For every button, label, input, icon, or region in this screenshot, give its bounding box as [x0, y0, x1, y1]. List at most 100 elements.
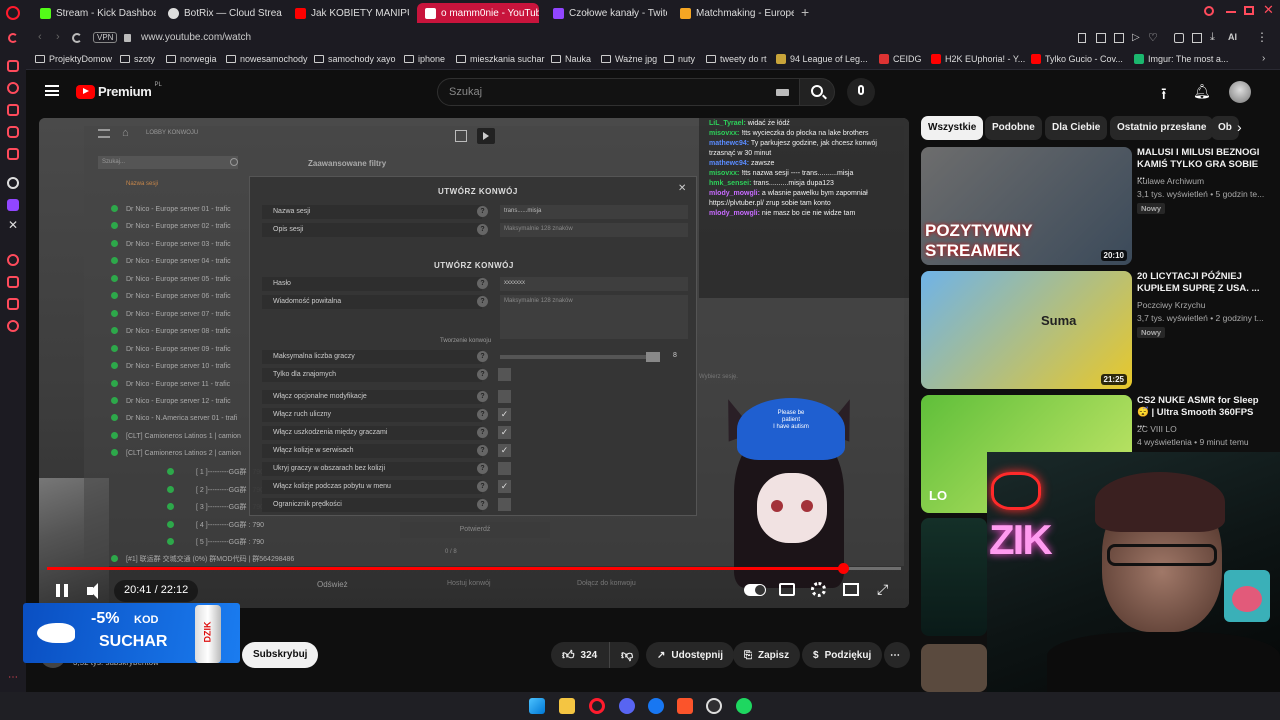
subtitles-button[interactable]: [779, 583, 795, 596]
fullscreen-button[interactable]: ⤢: [877, 581, 901, 605]
rec-thumb-5[interactable]: [921, 644, 987, 692]
like-button[interactable]: 👍︎ 324: [551, 642, 609, 668]
tab-kick[interactable]: Stream - Kick Dashboard: [32, 3, 156, 23]
twitch-icon[interactable]: [7, 199, 19, 211]
save-button[interactable]: ⎘ Zapisz: [733, 642, 801, 668]
bookmark-item[interactable]: samochody xayo: [314, 54, 396, 64]
bookmark-item[interactable]: Imgur: The most a...: [1134, 54, 1228, 64]
opera-icon[interactable]: [589, 698, 605, 714]
opera-logo-icon[interactable]: [6, 6, 20, 20]
search-input[interactable]: Szukaj: [437, 78, 800, 106]
dislike-button[interactable]: 👎︎: [609, 642, 639, 668]
bookmark-item[interactable]: 94 League of Leg...: [776, 54, 868, 64]
thanks-button[interactable]: $ Podziękuj: [802, 642, 883, 668]
spotify-icon[interactable]: [736, 698, 752, 714]
obs-icon[interactable]: [706, 698, 722, 714]
facebook-icon[interactable]: [648, 698, 664, 714]
keyboard-icon[interactable]: [776, 89, 789, 96]
discord-icon[interactable]: [619, 698, 635, 714]
video-title[interactable]: 20 LICYTACJI PÓŹNIEJ KUPIŁEM SUPRĘ Z USA…: [1137, 271, 1262, 295]
pause-button[interactable]: [51, 579, 75, 603]
menu-icon[interactable]: ⋮: [1256, 30, 1268, 44]
bookmark-item[interactable]: szoty: [120, 54, 155, 64]
bookmark-item[interactable]: iphone: [404, 54, 445, 64]
new-tab-button[interactable]: +: [801, 4, 809, 20]
whatsapp-icon[interactable]: [7, 82, 19, 94]
video-player[interactable]: ⌂ LOBBY KONWOJU Szukaj... Zaawansowane f…: [39, 118, 909, 608]
bookmark-item[interactable]: norwegia: [166, 54, 217, 64]
refresh-icon[interactable]: [8, 33, 18, 43]
recommended-video[interactable]: Suma 21:25 20 LICYTACJI PÓŹNIEJ KUPIŁEM SU…: [921, 271, 1266, 391]
extensions-icon[interactable]: [1174, 33, 1184, 43]
rec-thumb-4[interactable]: [921, 518, 987, 636]
video-thumbnail[interactable]: POZYTYWNY STREAMEK 20:10: [921, 147, 1132, 265]
tab-matchmaking[interactable]: Matchmaking - Europe 5v5: [672, 3, 794, 23]
search-tabs-icon[interactable]: [1204, 6, 1214, 16]
history-icon[interactable]: [7, 254, 19, 266]
chips-next-icon[interactable]: ›: [1237, 119, 1242, 135]
download-icon[interactable]: ⤓: [1210, 31, 1215, 44]
windows-start-icon[interactable]: [529, 698, 545, 714]
gmail-icon[interactable]: [7, 148, 19, 160]
channel-name[interactable]: Poczciwy Krzychu: [1137, 300, 1206, 310]
filter-chip[interactable]: Ob: [1211, 116, 1239, 140]
volume-button[interactable]: [83, 579, 107, 603]
subscribe-button[interactable]: Subskrybuj: [242, 642, 319, 668]
channel-name[interactable]: Kulawe Archiwum: [1137, 176, 1204, 186]
upload-icon[interactable]: ⭱: [1161, 83, 1167, 110]
voice-search-button[interactable]: [847, 78, 875, 106]
aria-ai-icon[interactable]: AI: [1228, 32, 1237, 42]
bookmark-item[interactable]: Tylko Gucio - Cov...: [1031, 54, 1123, 64]
more-actions-button[interactable]: ⋯: [884, 642, 910, 668]
easy-setup-icon[interactable]: [1192, 33, 1202, 43]
recommended-video[interactable]: POZYTYWNY STREAMEK 20:10 MALUSI I MILUSI B…: [921, 147, 1266, 267]
tab-botrix[interactable]: BotRix — Cloud Streaming: [160, 3, 282, 23]
tab-twitch[interactable]: Czołowe kanały - Twitch: [545, 3, 667, 23]
ai-icon[interactable]: [7, 104, 19, 116]
settings-icon[interactable]: [7, 320, 19, 332]
filter-chip[interactable]: Dla Ciebie: [1045, 116, 1108, 140]
miniplayer-button[interactable]: [843, 583, 859, 596]
snapshot-icon[interactable]: [1114, 33, 1124, 43]
bookmark-item[interactable]: CEIDG: [879, 54, 922, 64]
channel-name[interactable]: 2C VIII LO: [1137, 424, 1177, 434]
bookmark-item[interactable]: nuty: [664, 54, 695, 64]
bookmark-item[interactable]: tweety do rt: [706, 54, 767, 64]
filter-chip[interactable]: Ostatnio przesłane: [1110, 116, 1214, 140]
progress-bar[interactable]: [47, 563, 901, 574]
minimize-button[interactable]: [1226, 11, 1236, 13]
filter-chip[interactable]: Wszystkie: [921, 116, 984, 140]
file-explorer-icon[interactable]: [559, 698, 575, 714]
video-thumbnail[interactable]: Suma 21:25: [921, 271, 1132, 389]
settings-gear-icon[interactable]: [811, 582, 826, 597]
forward-icon[interactable]: ›: [56, 31, 60, 43]
openai-icon[interactable]: [7, 177, 19, 189]
autoplay-toggle[interactable]: [744, 584, 766, 596]
bookmark-item[interactable]: nowesamochody: [226, 54, 308, 64]
youtube-logo[interactable]: Premium PL: [76, 82, 162, 99]
close-window-button[interactable]: ✕: [1263, 2, 1274, 18]
reload-icon[interactable]: [72, 33, 82, 43]
tab-youtube-active[interactable]: o mamm0nie - YouTube: [417, 3, 539, 23]
more-icon[interactable]: ⋯: [8, 672, 18, 683]
hamburger-menu-icon[interactable]: [45, 85, 59, 96]
back-icon[interactable]: ‹: [38, 31, 42, 43]
vpn-badge[interactable]: VPN: [93, 32, 118, 43]
url-field[interactable]: www.youtube.com/watch: [141, 32, 251, 43]
messenger-icon[interactable]: [7, 60, 19, 72]
filter-chip[interactable]: Podobne: [985, 116, 1042, 140]
instagram-icon[interactable]: [7, 126, 19, 138]
x-icon[interactable]: ✕: [8, 218, 18, 232]
search-button[interactable]: [799, 78, 835, 106]
pin-icon[interactable]: [1078, 33, 1086, 43]
bookmarks-more-icon[interactable]: ›: [1262, 53, 1265, 64]
share-button[interactable]: ↗ Udostępnij: [646, 642, 735, 668]
notifications-bell-icon[interactable]: 🔔︎: [1193, 83, 1211, 100]
screenshot-icon[interactable]: [1096, 33, 1106, 43]
tab-youtube-manipul[interactable]: Jak KOBIETY MANIPULU...: [287, 3, 409, 23]
bookmark-item[interactable]: Nauka: [551, 54, 591, 64]
heart-icon[interactable]: ♡: [1148, 31, 1158, 44]
bookmark-item[interactable]: Ważne jpg: [601, 54, 657, 64]
maximize-button[interactable]: [1244, 6, 1254, 15]
avatar[interactable]: [1229, 81, 1251, 103]
